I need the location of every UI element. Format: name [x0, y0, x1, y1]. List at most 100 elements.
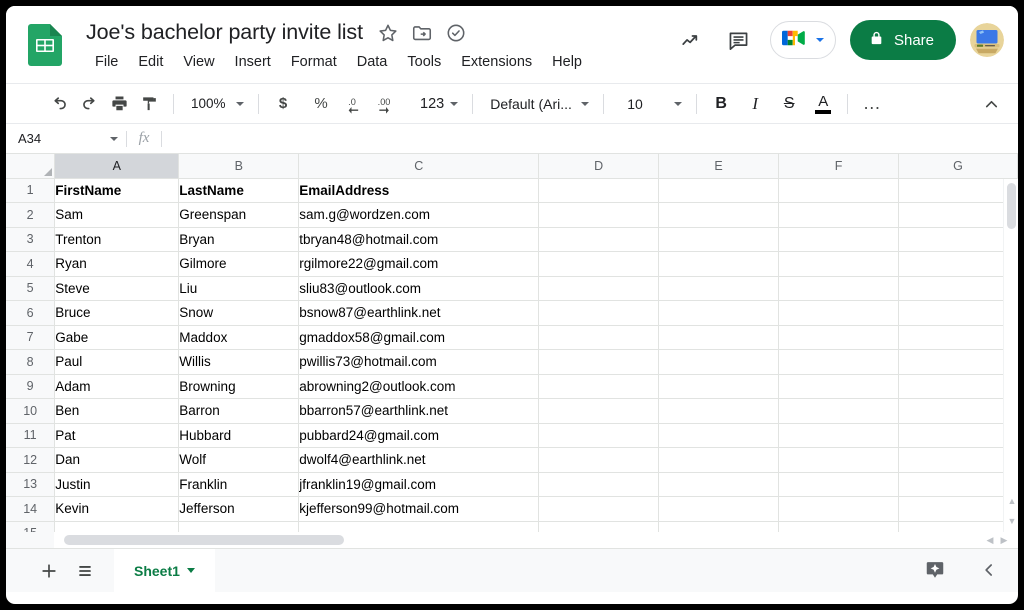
cell-F13[interactable] — [778, 472, 900, 497]
cloud-saved-icon[interactable] — [445, 22, 467, 44]
scroll-right-arrow[interactable]: ▶ — [998, 534, 1010, 546]
cell-C1[interactable]: EmailAddress — [298, 178, 540, 203]
sheets-logo-icon[interactable] — [28, 24, 62, 66]
cell-B13[interactable]: Franklin — [178, 472, 300, 497]
cell-A8[interactable]: Paul — [54, 349, 180, 375]
select-all-corner[interactable] — [6, 154, 56, 179]
print-icon[interactable] — [104, 89, 134, 119]
cell-A13[interactable]: Justin — [54, 472, 180, 497]
cell-C10[interactable]: bbarron57@earthlink.net — [298, 398, 540, 424]
italic-button[interactable]: I — [740, 89, 770, 119]
row-header-2[interactable]: 2 — [6, 202, 56, 228]
cell-G1[interactable] — [898, 178, 1018, 203]
scroll-left-arrow[interactable]: ◀ — [984, 534, 996, 546]
cell-C13[interactable]: jfranklin19@gmail.com — [298, 472, 540, 497]
row-header-13[interactable]: 13 — [6, 472, 56, 497]
column-header-e[interactable]: E — [658, 154, 780, 179]
column-header-c[interactable]: C — [298, 154, 540, 179]
cell-G5[interactable] — [898, 276, 1018, 301]
cell-E11[interactable] — [658, 423, 780, 448]
horizontal-scroll-thumb[interactable] — [64, 535, 344, 545]
cell-C14[interactable]: kjefferson99@hotmail.com — [298, 496, 540, 522]
bold-button[interactable]: B — [706, 89, 736, 119]
collapse-toolbar-button[interactable] — [976, 89, 1006, 119]
cell-D4[interactable] — [538, 251, 660, 277]
decrease-decimal-button[interactable]: .0 — [344, 89, 374, 119]
cell-B9[interactable]: Browning — [178, 374, 300, 399]
row-header-3[interactable]: 3 — [6, 227, 56, 252]
cell-C2[interactable]: sam.g@wordzen.com — [298, 202, 540, 228]
menu-item-tools[interactable]: Tools — [398, 52, 450, 72]
row-header-1[interactable]: 1 — [6, 178, 56, 203]
cell-F2[interactable] — [778, 202, 900, 228]
menu-item-help[interactable]: Help — [543, 52, 591, 72]
cell-D3[interactable] — [538, 227, 660, 252]
cell-G6[interactable] — [898, 300, 1018, 326]
cell-G8[interactable] — [898, 349, 1018, 375]
cell-D2[interactable] — [538, 202, 660, 228]
cell-C4[interactable]: rgilmore22@gmail.com — [298, 251, 540, 277]
row-header-11[interactable]: 11 — [6, 423, 56, 448]
column-header-g[interactable]: G — [898, 154, 1018, 179]
cell-G12[interactable] — [898, 447, 1018, 473]
sheet-tab-sheet1[interactable]: Sheet1 — [114, 548, 215, 593]
cell-F10[interactable] — [778, 398, 900, 424]
scroll-up-arrow[interactable]: ▲ — [1007, 496, 1017, 506]
cell-F6[interactable] — [778, 300, 900, 326]
column-header-b[interactable]: B — [178, 154, 300, 179]
cell-A10[interactable]: Ben — [54, 398, 180, 424]
strikethrough-button[interactable]: S — [774, 89, 804, 119]
cell-D8[interactable] — [538, 349, 660, 375]
trending-up-icon[interactable] — [674, 23, 708, 57]
column-header-d[interactable]: D — [538, 154, 660, 179]
text-color-button[interactable]: A — [808, 89, 838, 119]
user-avatar[interactable] — [970, 23, 1004, 57]
cell-F1[interactable] — [778, 178, 900, 203]
cell-E8[interactable] — [658, 349, 780, 375]
menu-item-data[interactable]: Data — [348, 52, 397, 72]
cell-B6[interactable]: Snow — [178, 300, 300, 326]
cell-B4[interactable]: Gilmore — [178, 251, 300, 277]
cell-G3[interactable] — [898, 227, 1018, 252]
cell-G11[interactable] — [898, 423, 1018, 448]
cell-F4[interactable] — [778, 251, 900, 277]
cell-C3[interactable]: tbryan48@hotmail.com — [298, 227, 540, 252]
star-icon[interactable] — [377, 22, 399, 44]
column-header-f[interactable]: F — [778, 154, 900, 179]
cell-D12[interactable] — [538, 447, 660, 473]
cell-A12[interactable]: Dan — [54, 447, 180, 473]
cell-D7[interactable] — [538, 325, 660, 350]
cell-C12[interactable]: dwolf4@earthlink.net — [298, 447, 540, 473]
cell-F11[interactable] — [778, 423, 900, 448]
cell-A11[interactable]: Pat — [54, 423, 180, 448]
cell-E14[interactable] — [658, 496, 780, 522]
cell-E4[interactable] — [658, 251, 780, 277]
document-title[interactable]: Joe's bachelor party invite list — [84, 18, 365, 47]
cell-B10[interactable]: Barron — [178, 398, 300, 424]
cell-E7[interactable] — [658, 325, 780, 350]
cell-A5[interactable]: Steve — [54, 276, 180, 301]
increase-decimal-button[interactable]: .00 — [374, 89, 408, 119]
menu-item-extensions[interactable]: Extensions — [452, 52, 541, 72]
cell-E1[interactable] — [658, 178, 780, 203]
cell-E12[interactable] — [658, 447, 780, 473]
cell-D1[interactable] — [538, 178, 660, 203]
cell-B8[interactable]: Willis — [178, 349, 300, 375]
column-header-a[interactable]: A — [54, 154, 180, 179]
cell-E9[interactable] — [658, 374, 780, 399]
cell-G14[interactable] — [898, 496, 1018, 522]
cell-B1[interactable]: LastName — [178, 178, 300, 203]
percent-format-button[interactable]: % — [306, 89, 336, 119]
number-format-dropdown[interactable]: 123 — [412, 90, 463, 118]
cell-D9[interactable] — [538, 374, 660, 399]
cell-A1[interactable]: FirstName — [54, 178, 180, 203]
name-box[interactable]: A34 — [6, 124, 126, 153]
cell-G9[interactable] — [898, 374, 1018, 399]
google-meet-button[interactable] — [769, 21, 836, 59]
scroll-down-arrow[interactable]: ▼ — [1007, 516, 1017, 526]
cell-E2[interactable] — [658, 202, 780, 228]
cell-A4[interactable]: Ryan — [54, 251, 180, 277]
undo-icon[interactable] — [44, 89, 74, 119]
cell-F14[interactable] — [778, 496, 900, 522]
cell-D10[interactable] — [538, 398, 660, 424]
